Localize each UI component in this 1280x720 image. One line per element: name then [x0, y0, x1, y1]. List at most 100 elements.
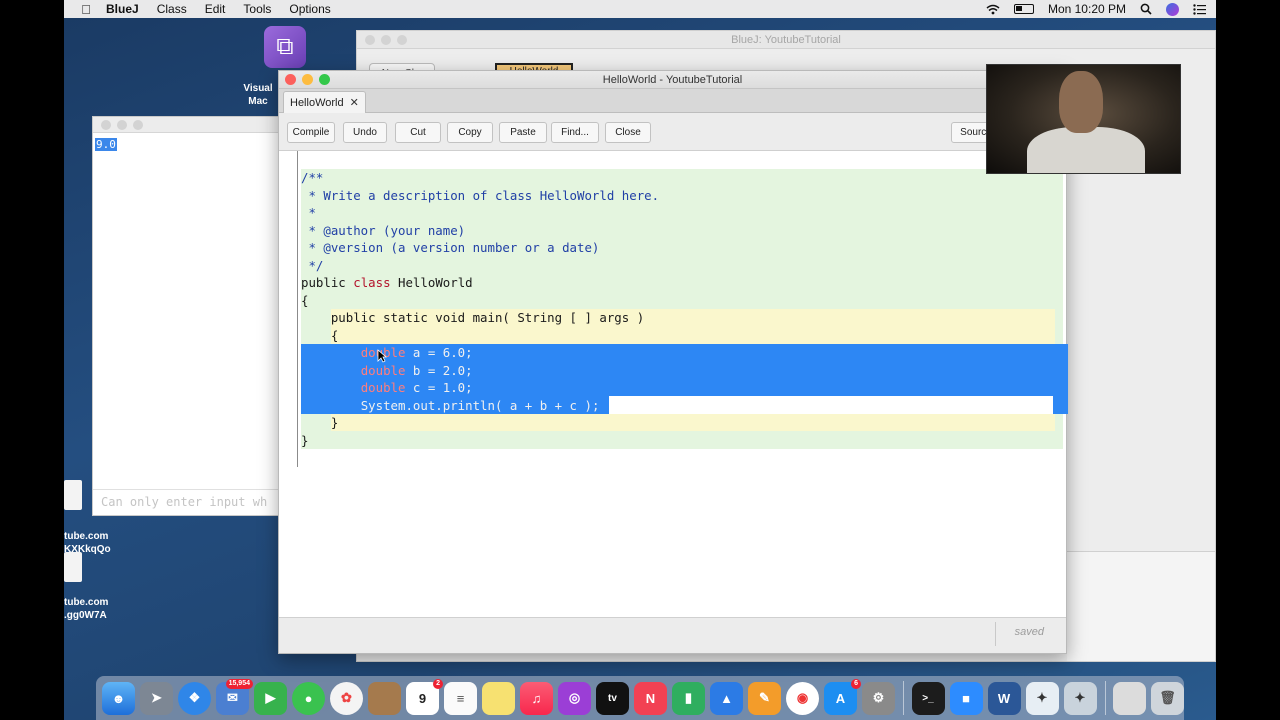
- bluej-icon[interactable]: ✦: [1025, 681, 1059, 715]
- code-token: double: [360, 380, 406, 395]
- menu-options[interactable]: Options: [289, 2, 330, 16]
- visual-studio-app-icon[interactable]: ⧉: [264, 26, 306, 68]
- zoom-icon[interactable]: ■: [949, 681, 983, 715]
- webcam-person-head: [1059, 71, 1103, 133]
- code-line: *: [301, 205, 316, 220]
- messages-icon[interactable]: ●: [292, 681, 325, 715]
- app-store-icon[interactable]: A6: [824, 678, 861, 715]
- file2-line2: .gg0W7A: [64, 610, 107, 621]
- wifi-icon[interactable]: [986, 4, 1000, 15]
- launchpad-icon[interactable]: ➤: [140, 681, 173, 715]
- copy-button[interactable]: Copy: [447, 122, 493, 143]
- system-preferences-icon[interactable]: ⚙: [862, 681, 895, 715]
- zoom-button[interactable]: [397, 35, 407, 45]
- minimize-button[interactable]: [117, 119, 127, 130]
- photos-icon[interactable]: ✿: [330, 681, 363, 715]
- keynote-icon[interactable]: ▲: [710, 681, 743, 715]
- spotlight-search-icon[interactable]: [1140, 3, 1152, 15]
- menu-app-name[interactable]: BlueJ: [106, 2, 139, 16]
- source-code[interactable]: /** * Write a description of class Hello…: [301, 169, 659, 449]
- paste-button[interactable]: Paste: [499, 122, 547, 143]
- webloc-file-icon[interactable]: [64, 552, 82, 582]
- letterbox-left: [0, 0, 64, 720]
- battery-icon[interactable]: [1013, 4, 1034, 14]
- news-icon[interactable]: N: [634, 681, 667, 715]
- music-icon[interactable]: ♫: [520, 681, 553, 715]
- code-line: public static void main( String [ ] args…: [301, 310, 645, 325]
- terminal-input[interactable]: Can only enter input wh: [93, 489, 279, 515]
- terminal-window[interactable]: 9.0 Can only enter input wh: [92, 116, 280, 516]
- compile-button[interactable]: Compile: [287, 122, 335, 143]
- project-titlebar[interactable]: BlueJ: YoutubeTutorial: [357, 31, 1215, 49]
- menu-clock[interactable]: Mon 10:20 PM: [1048, 2, 1126, 16]
- siri-icon[interactable]: [1166, 2, 1179, 16]
- zoom-button[interactable]: [133, 119, 143, 130]
- undo-button[interactable]: Undo: [343, 122, 387, 143]
- code-line: * Write a description of class HelloWorl…: [301, 187, 660, 203]
- stickies-icon[interactable]: [482, 681, 515, 715]
- terminal-output[interactable]: 9.0: [95, 138, 117, 151]
- dock: ☻ ➤ ❖ ✉ 15,954 ▶ ● ✿ 92 ≡ ♫ ◎ tv N ▮ ▲ ✎ …: [96, 676, 1184, 720]
- close-button[interactable]: [365, 35, 375, 45]
- code-line: {: [301, 292, 309, 308]
- close-button[interactable]: [101, 119, 111, 130]
- terminal-icon[interactable]: >_: [911, 681, 945, 715]
- tab-helloworld[interactable]: HelloWorld ✕: [283, 91, 366, 113]
- project-title: BlueJ: YoutubeTutorial: [731, 34, 841, 46]
- file1-line1: tube.com: [64, 531, 109, 542]
- letterbox-right: [1216, 0, 1280, 720]
- menu-edit[interactable]: Edit: [205, 2, 226, 16]
- editor-titlebar[interactable]: HelloWorld - YoutubeTutorial: [279, 71, 1066, 89]
- editor-window[interactable]: HelloWorld - YoutubeTutorial HelloWorld …: [278, 70, 1068, 654]
- object-bench[interactable]: [1067, 551, 1215, 661]
- downloads-stack-icon[interactable]: [1113, 681, 1146, 715]
- editor-toolbar: Compile Undo Cut Copy Paste Find... Clos…: [279, 113, 1066, 151]
- code-line: public class HelloWorld: [301, 274, 659, 292]
- tv-icon[interactable]: tv: [596, 681, 629, 715]
- code-line: {: [301, 327, 339, 343]
- finder-icon[interactable]: ☻: [102, 681, 135, 715]
- close-button[interactable]: [285, 74, 296, 85]
- code-token: c = 1.0;: [405, 380, 473, 395]
- bluej-projects-icon[interactable]: ✦: [1063, 681, 1097, 715]
- find-button[interactable]: Find...: [551, 122, 599, 143]
- code-token: HelloWorld: [398, 275, 473, 290]
- calendar-icon[interactable]: 92: [406, 678, 443, 715]
- menu-tools[interactable]: Tools: [243, 2, 271, 16]
- numbers-icon[interactable]: ▮: [672, 681, 705, 715]
- zoom-button[interactable]: [319, 74, 330, 85]
- editor-tab-row: HelloWorld ✕: [279, 89, 1066, 113]
- safari-icon[interactable]: ❖: [178, 681, 211, 715]
- code-token: a = 6.0;: [405, 345, 473, 360]
- menu-class[interactable]: Class: [157, 2, 187, 16]
- close-button[interactable]: Close: [605, 122, 651, 143]
- notes-notebook-icon[interactable]: [368, 681, 401, 715]
- close-tab-icon[interactable]: ✕: [350, 96, 359, 109]
- vs-label-line2: Mac: [248, 96, 268, 107]
- apple-menu-icon[interactable]: : [80, 2, 92, 17]
- podcasts-icon[interactable]: ◎: [558, 681, 591, 715]
- notification-center-icon[interactable]: [1193, 3, 1206, 15]
- code-line: }: [301, 415, 339, 430]
- file2-line1: tube.com: [64, 597, 109, 608]
- status-separator: [995, 622, 996, 646]
- minimize-button[interactable]: [302, 74, 313, 85]
- trash-icon[interactable]: 🗑: [1151, 681, 1184, 715]
- reminders-icon[interactable]: ≡: [444, 681, 477, 715]
- code-editor[interactable]: /** * Write a description of class Hello…: [279, 151, 1068, 617]
- facetime-icon[interactable]: ▶: [254, 681, 287, 715]
- terminal-titlebar[interactable]: [93, 117, 279, 133]
- mouse-cursor-icon: [377, 349, 387, 363]
- editor-title: HelloWorld - YoutubeTutorial: [602, 74, 743, 86]
- webloc-file-icon[interactable]: [64, 480, 82, 510]
- vs-label-line1: Visual: [243, 83, 273, 94]
- code-token: public: [301, 275, 346, 290]
- webloc-file-label-2: tube.com .gg0W7A: [64, 596, 108, 622]
- code-token: b = 2.0;: [405, 362, 473, 378]
- minimize-button[interactable]: [381, 35, 391, 45]
- pages-icon[interactable]: ✎: [748, 681, 781, 715]
- mail-icon[interactable]: ✉ 15,954: [216, 678, 253, 715]
- cut-button[interactable]: Cut: [395, 122, 441, 143]
- chrome-icon[interactable]: ◉: [786, 681, 819, 715]
- word-icon[interactable]: W: [987, 681, 1021, 715]
